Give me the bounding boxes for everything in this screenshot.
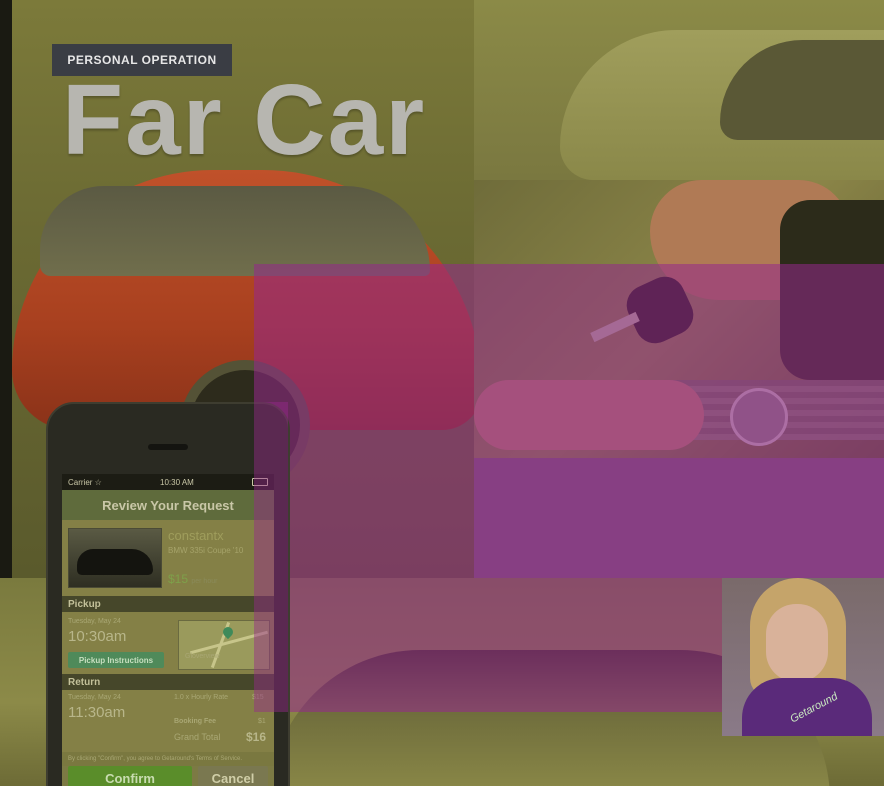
- cancel-button[interactable]: Cancel: [198, 766, 268, 786]
- map-label: Gloverview: [185, 653, 220, 660]
- phone-magenta-overlay: [254, 402, 288, 712]
- magenta-overlay-lower: [474, 458, 884, 578]
- return-section-header: Return: [62, 674, 274, 690]
- rate-label: 1.0 x Hourly Rate: [174, 694, 229, 701]
- return-details: Tuesday, May 24 11:30am 1.0 x Hourly Rat…: [62, 690, 274, 752]
- poster: Getaround PERSONAL OPERATION Far Car Car…: [0, 0, 884, 786]
- return-time: 11:30am: [68, 704, 126, 721]
- car-listing-card[interactable]: constantx BMW 335i Coupe '10 $15 per hou…: [62, 520, 274, 596]
- phone-speaker: [148, 444, 188, 450]
- hourly-price: $15 per hour: [168, 572, 217, 586]
- screen-title: Review Your Request: [62, 490, 274, 520]
- fee-value: $1: [258, 718, 266, 725]
- page-title: Far Car: [62, 64, 427, 176]
- car-thumbnail-image: [77, 549, 153, 575]
- woman-photo: Getaround: [722, 578, 884, 736]
- price-value: $15: [168, 572, 189, 586]
- car-model: BMW 335i Coupe '10: [168, 546, 244, 555]
- woman-face-image: [766, 604, 828, 682]
- pickup-details: Tuesday, May 24 10:30am Pickup Instructi…: [62, 612, 274, 674]
- return-date: Tuesday, May 24: [68, 694, 121, 701]
- carrier-label: Carrier ☆: [68, 477, 102, 487]
- confirm-button[interactable]: Confirm: [68, 766, 192, 786]
- total-value: $16: [246, 730, 267, 744]
- car-thumbnail: [68, 528, 162, 588]
- pickup-time: 10:30am: [68, 628, 127, 645]
- total-label: Grand Total: [174, 732, 221, 742]
- fee-label: Booking Fee: [174, 718, 217, 725]
- owner-name: constantx: [168, 528, 224, 543]
- pickup-section-header: Pickup: [62, 596, 274, 612]
- phone-screen: Carrier ☆ 10:30 AM Review Your Request c…: [62, 474, 274, 786]
- status-bar: Carrier ☆ 10:30 AM: [62, 474, 274, 490]
- car-window-image: [40, 186, 430, 276]
- pickup-instructions-button[interactable]: Pickup Instructions: [68, 652, 164, 668]
- terms-notice: By clicking "Confirm", you agree to Geta…: [62, 752, 274, 766]
- clock-label: 10:30 AM: [160, 477, 194, 487]
- pickup-date: Tuesday, May 24: [68, 618, 121, 625]
- price-unit: per hour: [191, 578, 218, 585]
